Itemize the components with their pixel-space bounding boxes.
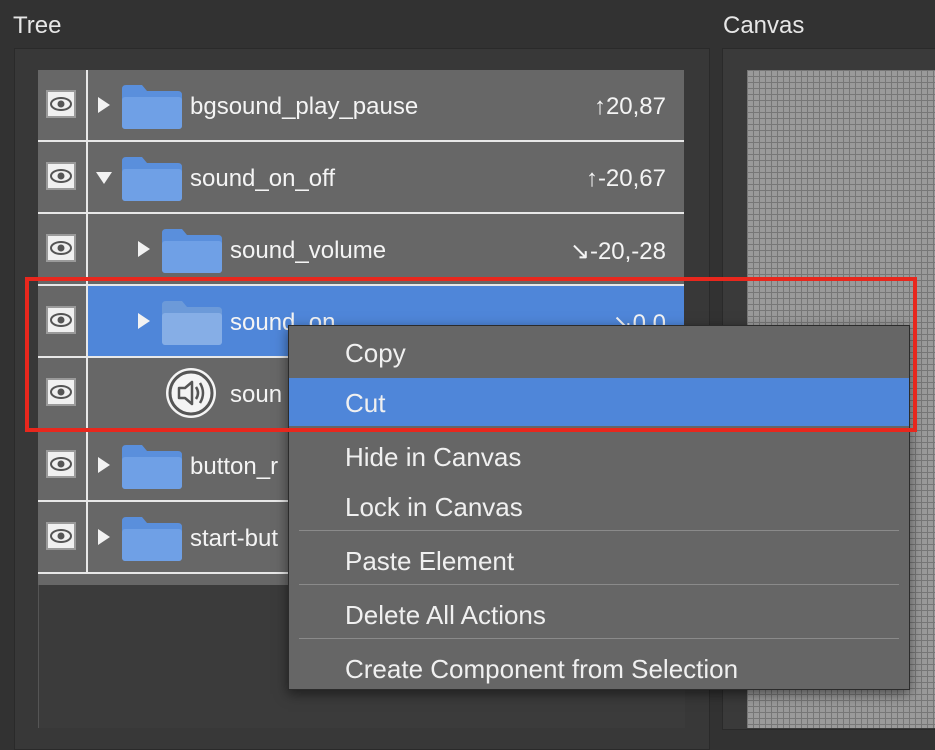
menu-separator — [299, 638, 899, 639]
tree-row-label: button_r — [190, 453, 279, 480]
menu-separator — [299, 530, 899, 531]
tree-row-sound-on-off[interactable]: sound_on_off ↑-20,67 — [38, 142, 684, 214]
tree-row-coords: ↑-20,67 — [585, 165, 666, 192]
visibility-eye-icon[interactable] — [46, 522, 76, 550]
folder-icon — [122, 85, 182, 129]
tree-row-label: sound_volume — [230, 237, 387, 264]
visibility-eye-icon[interactable] — [46, 162, 76, 190]
folder-icon — [122, 157, 182, 201]
menu-item-paste-element[interactable]: Paste Element — [289, 536, 909, 584]
folder-icon — [162, 229, 222, 273]
visibility-eye-icon[interactable] — [46, 90, 76, 118]
visibility-eye-icon[interactable] — [46, 234, 76, 262]
menu-item-lock-in-canvas[interactable]: Lock in Canvas — [289, 482, 909, 530]
canvas-panel-title: Canvas — [723, 12, 805, 39]
menu-separator — [299, 584, 899, 585]
tree-row-bgsound-play-pause[interactable]: bgsound_play_pause ↑20,87 — [38, 70, 684, 142]
tree-row-coords: ↑20,87 — [593, 93, 666, 120]
expand-arrow-icon[interactable] — [98, 457, 110, 473]
tree-row-label: start-but — [190, 525, 279, 552]
expand-arrow-icon[interactable] — [98, 97, 110, 113]
visibility-eye-icon[interactable] — [46, 450, 76, 478]
tree-row-label: bgsound_play_pause — [190, 93, 419, 120]
tree-row-sound-volume[interactable]: sound_volume ↘-20,-28 — [38, 214, 684, 286]
expand-arrow-icon[interactable] — [138, 241, 150, 257]
folder-icon — [122, 517, 182, 561]
collapse-arrow-icon[interactable] — [96, 172, 112, 184]
menu-item-hide-in-canvas[interactable]: Hide in Canvas — [289, 432, 909, 480]
tree-row-label: sound_on_off — [190, 165, 336, 192]
menu-item-delete-all-actions[interactable]: Delete All Actions — [289, 590, 909, 638]
annotation-highlight-box — [25, 277, 917, 432]
tree-row-coords: ↘-20,-28 — [569, 238, 666, 265]
expand-arrow-icon[interactable] — [98, 529, 110, 545]
tree-panel-title: Tree — [13, 12, 62, 39]
menu-item-create-component[interactable]: Create Component from Selection — [289, 644, 909, 692]
folder-icon — [122, 445, 182, 489]
